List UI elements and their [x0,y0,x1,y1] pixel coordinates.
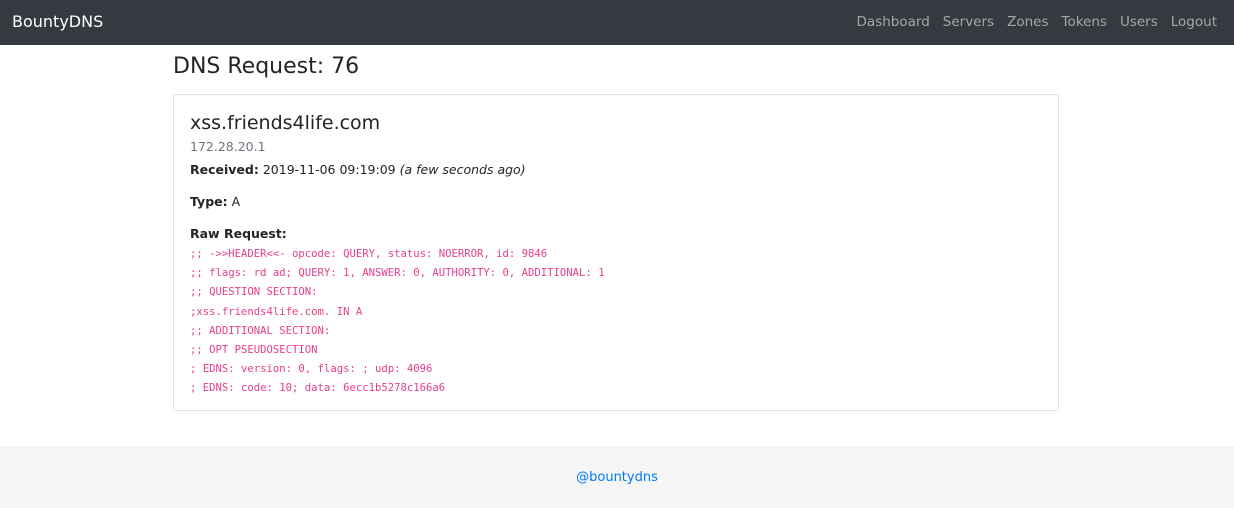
raw-line: ;; QUESTION SECTION: [190,286,318,299]
request-card: xss.friends4life.com 172.28.20.1 Receive… [173,94,1059,411]
type-value: A [231,194,241,209]
type-line: Type: A [190,194,240,210]
nav-link-tokens[interactable]: Tokens [1062,13,1107,31]
received-line: Received: 2019-11-06 09:19:09 (a few sec… [190,162,526,178]
received-relative: (a few seconds ago) [399,162,526,177]
raw-line: ; EDNS: version: 0, flags: ; udp: 4096 [190,363,433,376]
raw-line: ;; flags: rd ad; QUERY: 1, ANSWER: 0, AU… [190,267,605,280]
nav-links: Dashboard Servers Zones Tokens Users Log… [857,13,1217,31]
received-label: Received: [190,162,259,177]
received-value: 2019-11-06 09:19:09 [262,162,396,177]
nav-link-logout[interactable]: Logout [1171,13,1217,31]
footer: @bountydns [0,446,1234,508]
request-domain: xss.friends4life.com [190,112,381,134]
type-label: Type: [190,194,228,209]
page-title: DNS Request: 76 [173,54,360,79]
raw-request-code: ;; ->>HEADER<<- opcode: QUERY, status: N… [190,245,605,399]
nav-link-zones[interactable]: Zones [1007,13,1048,31]
nav-link-dashboard[interactable]: Dashboard [857,13,930,31]
raw-request-label: Raw Request: [190,226,287,241]
raw-line: ;; ->>HEADER<<- opcode: QUERY, status: N… [190,248,548,260]
top-navbar: BountyDNS Dashboard Servers Zones Tokens… [0,0,1234,45]
raw-line: ;xss.friends4life.com. IN A [190,305,363,318]
raw-line: ;; OPT PSEUDOSECTION [190,344,318,357]
raw-line: ; EDNS: code: 10; data: 6ecc1b5278c166a6 [190,382,446,395]
footer-twitter-link[interactable]: @bountydns [0,470,1234,486]
nav-link-users[interactable]: Users [1120,13,1158,31]
raw-line: ;; ADDITIONAL SECTION: [190,324,331,337]
nav-link-servers[interactable]: Servers [943,13,994,31]
request-ip: 172.28.20.1 [190,139,266,154]
brand-link[interactable]: BountyDNS [12,12,103,32]
